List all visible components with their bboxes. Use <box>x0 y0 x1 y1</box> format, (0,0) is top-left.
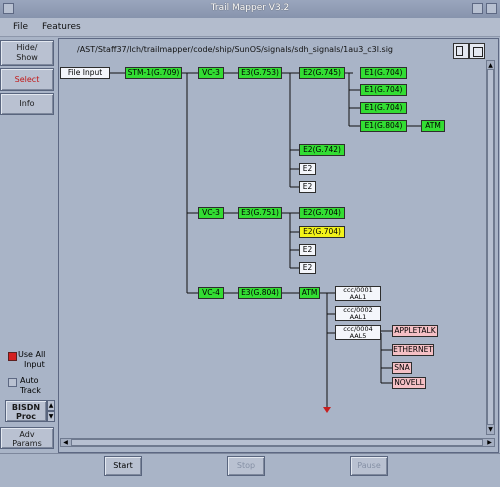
node-vc3-b[interactable]: VC-3 <box>198 207 224 219</box>
node-e2-742[interactable]: E2(G.742) <box>299 144 345 156</box>
stop-button[interactable]: Stop <box>227 456 265 476</box>
start-button[interactable]: Start <box>104 456 142 476</box>
node-e3-804[interactable]: E3(G.804) <box>238 287 282 299</box>
horizontal-scroll-thumb[interactable] <box>71 439 483 446</box>
node-e3-b[interactable]: E3(G.751) <box>238 207 282 219</box>
node-atm-b[interactable]: ATM <box>299 287 320 299</box>
ccc-0001-aal: AAL1 <box>349 293 367 301</box>
vertical-scrollbar[interactable]: ▲ ▼ <box>486 60 495 435</box>
ccc-0002-aal: AAL1 <box>349 313 367 321</box>
node-e2-a[interactable]: E2(G.745) <box>299 67 345 79</box>
pause-button[interactable]: Pause <box>350 456 388 476</box>
scroll-right-icon[interactable]: ▶ <box>485 439 494 446</box>
node-e2-b2[interactable]: E2 <box>299 181 316 193</box>
ccc-0004-aal: AAL5 <box>349 332 367 340</box>
more-content-arrow-icon <box>323 407 331 413</box>
node-novell[interactable]: NOVELL <box>392 377 426 389</box>
node-file-input[interactable]: File Input <box>60 67 110 79</box>
vertical-scroll-thumb[interactable] <box>487 69 494 425</box>
node-sna[interactable]: SNA <box>392 362 412 374</box>
node-e1-2[interactable]: E1(G.704) <box>360 84 407 96</box>
node-e1-3[interactable]: E1(G.704) <box>360 102 407 114</box>
node-e2-704-selected[interactable]: E2(G.704) <box>299 226 345 238</box>
node-e3-a[interactable]: E3(G.753) <box>238 67 282 79</box>
node-ccc-0002[interactable]: ccc/0002 AAL1 <box>335 306 381 321</box>
node-vc3-a[interactable]: VC-3 <box>198 67 224 79</box>
node-atm-a[interactable]: ATM <box>421 120 445 132</box>
horizontal-scrollbar[interactable]: ◀ ▶ <box>60 438 495 447</box>
node-e2-c1[interactable]: E2 <box>299 244 316 256</box>
scroll-left-icon[interactable]: ◀ <box>61 439 70 446</box>
node-e1-4[interactable]: E1(G.804) <box>360 120 407 132</box>
node-ccc-0004[interactable]: ccc/0004 AAL5 <box>335 325 381 340</box>
node-stm1[interactable]: STM-1(G.709) <box>125 67 182 79</box>
node-appletalk[interactable]: APPLETALK <box>392 325 438 337</box>
node-e2-b1[interactable]: E2 <box>299 163 316 175</box>
node-e2-c2[interactable]: E2 <box>299 262 316 274</box>
node-ccc-0001[interactable]: ccc/0001 AAL1 <box>335 286 381 301</box>
node-vc4[interactable]: VC-4 <box>198 287 224 299</box>
node-e2-704[interactable]: E2(G.704) <box>299 207 345 219</box>
node-e1-1[interactable]: E1(G.704) <box>360 67 407 79</box>
scroll-down-icon[interactable]: ▼ <box>487 425 494 434</box>
node-ethernet[interactable]: ETHERNET <box>392 344 434 356</box>
